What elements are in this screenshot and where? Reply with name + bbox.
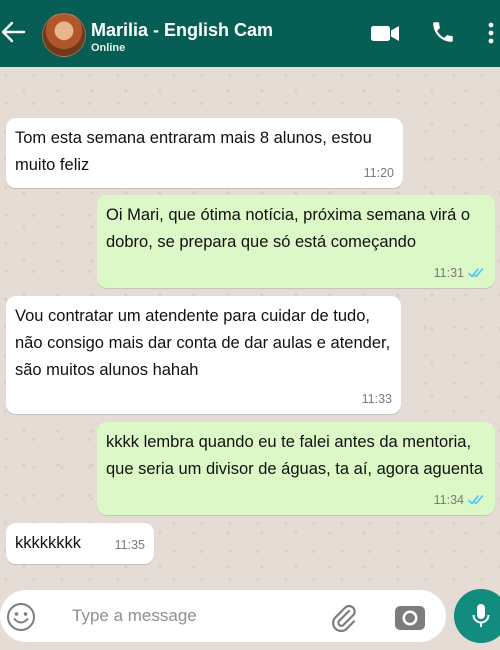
paperclip-icon[interactable] bbox=[328, 602, 358, 632]
message-time: 11:35 bbox=[114, 538, 145, 552]
back-arrow-icon[interactable] bbox=[0, 18, 26, 46]
message-time: 11:20 bbox=[363, 166, 394, 180]
microphone-button[interactable] bbox=[454, 589, 500, 643]
message-text: kkkk lembra quando eu te falei antes da … bbox=[106, 433, 483, 478]
double-check-read-icon bbox=[468, 495, 484, 505]
message-text: Tom esta semana entraram mais 8 alunos, … bbox=[15, 129, 372, 174]
double-check-read-icon bbox=[468, 268, 484, 278]
contact-name[interactable]: Marilia - English Cam bbox=[91, 20, 279, 41]
message-time: 11:34 bbox=[433, 493, 464, 507]
more-options-icon[interactable] bbox=[486, 18, 496, 48]
message-composer bbox=[0, 588, 500, 650]
chat-header: Marilia - English Cam Online bbox=[0, 0, 500, 67]
phone-icon[interactable] bbox=[430, 18, 456, 46]
microphone-icon bbox=[472, 604, 490, 627]
contact-status: Online bbox=[91, 42, 126, 54]
message-input[interactable] bbox=[70, 605, 314, 627]
emoji-icon[interactable] bbox=[6, 602, 36, 632]
message-bubble-outgoing[interactable]: Oi Mari, que ótima notícia, próxima sema… bbox=[97, 195, 495, 288]
message-bubble-outgoing[interactable]: kkkk lembra quando eu te falei antes da … bbox=[97, 422, 495, 515]
video-call-icon[interactable] bbox=[370, 18, 400, 48]
camera-icon[interactable] bbox=[394, 602, 426, 632]
message-text: Vou contratar um atendente para cuidar d… bbox=[15, 307, 391, 379]
composer-input-bar bbox=[0, 590, 446, 642]
message-time: 11:31 bbox=[433, 266, 464, 280]
message-bubble-incoming[interactable]: Tom esta semana entraram mais 8 alunos, … bbox=[6, 118, 403, 188]
avatar[interactable] bbox=[42, 13, 86, 57]
message-bubble-incoming[interactable]: kkkkkkkk 11:35 bbox=[6, 523, 154, 564]
message-bubble-incoming[interactable]: Vou contratar um atendente para cuidar d… bbox=[6, 296, 401, 414]
chat-area[interactable]: Tom esta semana entraram mais 8 alunos, … bbox=[0, 67, 500, 588]
message-text: Oi Mari, que ótima notícia, próxima sema… bbox=[106, 206, 471, 251]
message-time: 11:33 bbox=[361, 392, 392, 406]
